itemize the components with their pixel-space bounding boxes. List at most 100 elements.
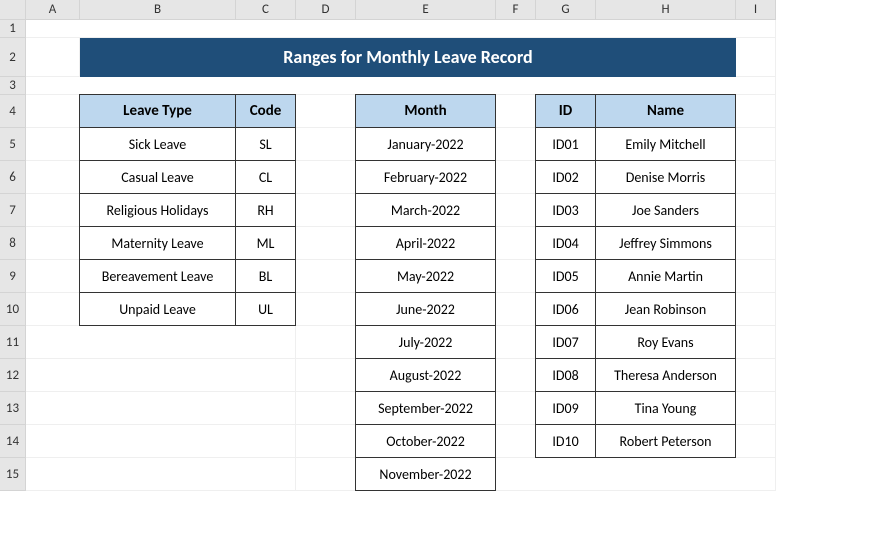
cell[interactable] (296, 260, 356, 293)
name-cell[interactable]: Roy Evans (595, 325, 736, 359)
leave-code-cell[interactable]: RH (235, 193, 296, 227)
leave-type-cell[interactable]: Bereavement Leave (79, 259, 236, 293)
cell[interactable] (736, 425, 776, 458)
id-cell[interactable]: ID05 (535, 259, 596, 293)
leave-type-cell[interactable]: Maternity Leave (79, 226, 236, 260)
row-header-6[interactable]: 6 (0, 161, 26, 194)
cell[interactable] (496, 260, 536, 293)
cell[interactable] (26, 161, 80, 194)
cell[interactable] (736, 293, 776, 326)
cell[interactable] (296, 227, 356, 260)
cell[interactable] (736, 227, 776, 260)
row-header-15[interactable]: 15 (0, 458, 26, 491)
id-cell[interactable]: ID08 (535, 358, 596, 392)
cell[interactable] (26, 392, 296, 425)
cell[interactable] (296, 95, 356, 128)
cell[interactable] (296, 128, 356, 161)
cell[interactable] (26, 95, 80, 128)
cell[interactable] (296, 425, 356, 458)
cell[interactable] (296, 359, 356, 392)
name-cell[interactable]: Denise Morris (595, 160, 736, 194)
name-cell[interactable]: Annie Martin (595, 259, 736, 293)
row-header-13[interactable]: 13 (0, 392, 26, 425)
cell[interactable] (296, 326, 356, 359)
cell[interactable] (496, 194, 536, 227)
cell[interactable] (496, 128, 536, 161)
id-cell[interactable]: ID01 (535, 127, 596, 161)
leave-code-cell[interactable]: SL (235, 127, 296, 161)
leave-type-cell[interactable]: Sick Leave (79, 127, 236, 161)
row-header-4[interactable]: 4 (0, 95, 26, 128)
leave-type-header[interactable]: Leave Type (79, 94, 236, 128)
cell[interactable] (736, 392, 776, 425)
id-cell[interactable]: ID02 (535, 160, 596, 194)
cell[interactable] (496, 326, 536, 359)
col-header-E[interactable]: E (356, 0, 496, 20)
month-header[interactable]: Month (355, 94, 496, 128)
col-header-B[interactable]: B (80, 0, 236, 20)
name-cell[interactable]: Jean Robinson (595, 292, 736, 326)
month-cell[interactable]: September-2022 (355, 391, 496, 425)
title-bar[interactable]: Ranges for Monthly Leave Record (80, 38, 736, 77)
id-cell[interactable]: ID07 (535, 325, 596, 359)
col-header-G[interactable]: G (536, 0, 596, 20)
name-cell[interactable]: Theresa Anderson (595, 358, 736, 392)
id-cell[interactable]: ID04 (535, 226, 596, 260)
col-header-D[interactable]: D (296, 0, 356, 20)
cell[interactable] (26, 38, 80, 77)
cell[interactable] (26, 227, 80, 260)
row-header-12[interactable]: 12 (0, 359, 26, 392)
leave-code-header[interactable]: Code (235, 94, 296, 128)
cell[interactable] (26, 260, 80, 293)
cell[interactable] (496, 161, 536, 194)
name-cell[interactable]: Emily Mitchell (595, 127, 736, 161)
month-cell[interactable]: August-2022 (355, 358, 496, 392)
cell[interactable] (496, 227, 536, 260)
cell[interactable] (496, 392, 536, 425)
leave-code-cell[interactable]: ML (235, 226, 296, 260)
cell[interactable] (496, 458, 776, 491)
row-header-11[interactable]: 11 (0, 326, 26, 359)
cell[interactable] (736, 326, 776, 359)
cell[interactable] (26, 77, 776, 95)
name-cell[interactable]: Joe Sanders (595, 193, 736, 227)
cell[interactable] (26, 326, 296, 359)
cell[interactable] (296, 194, 356, 227)
id-cell[interactable]: ID10 (535, 424, 596, 458)
month-cell[interactable]: February-2022 (355, 160, 496, 194)
month-cell[interactable]: March-2022 (355, 193, 496, 227)
cell[interactable] (736, 38, 776, 77)
cell[interactable] (26, 128, 80, 161)
cell[interactable] (26, 20, 776, 38)
name-header[interactable]: Name (595, 94, 736, 128)
row-header-7[interactable]: 7 (0, 194, 26, 227)
leave-code-cell[interactable]: BL (235, 259, 296, 293)
cell[interactable] (736, 359, 776, 392)
cell[interactable] (736, 95, 776, 128)
row-header-1[interactable]: 1 (0, 20, 26, 38)
cell[interactable] (496, 425, 536, 458)
id-cell[interactable]: ID03 (535, 193, 596, 227)
cell[interactable] (496, 293, 536, 326)
cell[interactable] (26, 194, 80, 227)
id-header[interactable]: ID (535, 94, 596, 128)
row-header-10[interactable]: 10 (0, 293, 26, 326)
id-cell[interactable]: ID09 (535, 391, 596, 425)
cell[interactable] (736, 194, 776, 227)
cell[interactable] (496, 359, 536, 392)
id-cell[interactable]: ID06 (535, 292, 596, 326)
month-cell[interactable]: November-2022 (355, 457, 496, 491)
row-header-2[interactable]: 2 (0, 38, 26, 77)
cell[interactable] (296, 293, 356, 326)
row-header-5[interactable]: 5 (0, 128, 26, 161)
select-all-corner[interactable] (0, 0, 26, 20)
name-cell[interactable]: Tina Young (595, 391, 736, 425)
name-cell[interactable]: Robert Peterson (595, 424, 736, 458)
col-header-C[interactable]: C (236, 0, 296, 20)
col-header-A[interactable]: A (26, 0, 80, 20)
col-header-F[interactable]: F (496, 0, 536, 20)
leave-code-cell[interactable]: CL (235, 160, 296, 194)
col-header-H[interactable]: H (596, 0, 736, 20)
cell[interactable] (26, 293, 80, 326)
row-header-9[interactable]: 9 (0, 260, 26, 293)
